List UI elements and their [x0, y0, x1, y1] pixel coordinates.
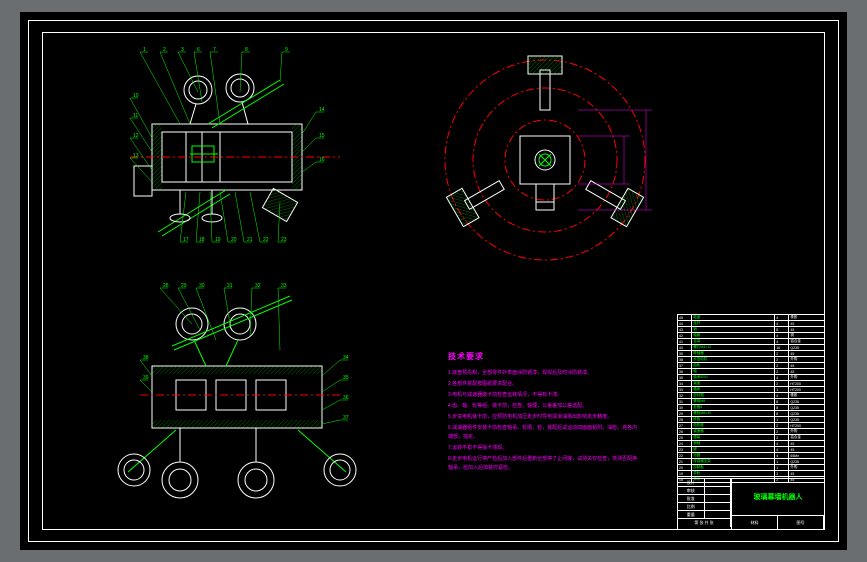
balloon: 35	[343, 375, 349, 381]
drawing-title: 玻璃幕墙机器人	[754, 492, 803, 502]
balloon: 13	[133, 153, 139, 159]
balloon: 37	[343, 415, 349, 421]
balloon: 31	[227, 283, 233, 289]
balloon: 22	[263, 237, 269, 243]
balloon: 6	[197, 47, 200, 53]
balloon: 39	[143, 375, 149, 381]
balloon: 16	[319, 157, 325, 163]
balloon: 17	[183, 237, 189, 243]
balloon: 14	[319, 107, 325, 113]
view-bottom-left: 28 29 30 31 32 33 34 35 36 37 38 39	[80, 280, 390, 520]
balloon: 34	[343, 355, 349, 361]
note-line: 4.齿、轴、轮等组、装卡前，检查。轴理，公差差加公差选配。	[448, 402, 638, 411]
title-block: 设计 审核 批准 比例 重量 第 张 共 张 玻璃幕墙机器人 材料 图号	[677, 478, 825, 530]
balloon: 12	[133, 133, 139, 139]
note-line: 2.各部件装配按图纸要求配合。	[448, 380, 638, 389]
notes-heading: 技术要求	[448, 352, 638, 361]
balloon: 36	[343, 395, 349, 401]
note-line: 8.走步电机运行停产检后加入部件后重新全部停了止间接，试测关仅检查，恢测否配换轴…	[448, 455, 638, 473]
balloon: 38	[143, 355, 149, 361]
note-line: 3.电机与减速器装卡前检查运转情况，不得有卡滞。	[448, 391, 638, 400]
balloon: 30	[199, 283, 205, 289]
balloon: 3	[181, 47, 184, 53]
balloon: 1	[143, 47, 146, 53]
balloon: 29	[181, 283, 187, 289]
balloon: 23	[281, 237, 287, 243]
balloon: 20	[231, 237, 237, 243]
balloon: 19	[215, 237, 221, 243]
balloon: 18	[199, 237, 205, 243]
balloon: 10	[133, 93, 139, 99]
balloon: 8	[245, 47, 248, 53]
balloon: 2	[163, 47, 166, 53]
balloon: 11	[133, 113, 138, 119]
note-line: 6.减速器组件安装卡前检查轴承。轮顺，检，装配后试运动四面面粘附，油检。克各内端…	[448, 424, 638, 442]
balloon: 32	[255, 283, 261, 289]
cad-canvas: 12367891011121314151617181920212223	[20, 12, 847, 550]
balloon: 33	[281, 283, 287, 289]
note-line: 7.运转平稳不得操卡滞现。	[448, 444, 638, 453]
note-line: 5.步进电机装卡前，应预防电机加压走步时导电润滑油溅出影响走步精度。	[448, 413, 638, 422]
balloon: 28	[163, 283, 169, 289]
technical-notes: 技术要求 1.底盘预先制，全部零件外表面涂防锈漆，焊焊后及时涂防锈漆。 2.各部件…	[448, 352, 638, 475]
view-top-left: 12367891011121314151617181920212223	[90, 42, 380, 252]
note-line: 1.底盘预先制，全部零件外表面涂防锈漆，焊焊后及时涂防锈漆。	[448, 369, 638, 378]
balloon: 9	[285, 47, 288, 53]
balloon: 21	[247, 237, 253, 243]
parts-list: 45吸盘4橡胶44连杆44543销84542轴套4铜41支臂4铝合金40螺钉M4…	[677, 314, 825, 496]
view-top-right	[420, 50, 670, 280]
balloon: 15	[319, 133, 325, 139]
balloon: 7	[213, 47, 216, 53]
